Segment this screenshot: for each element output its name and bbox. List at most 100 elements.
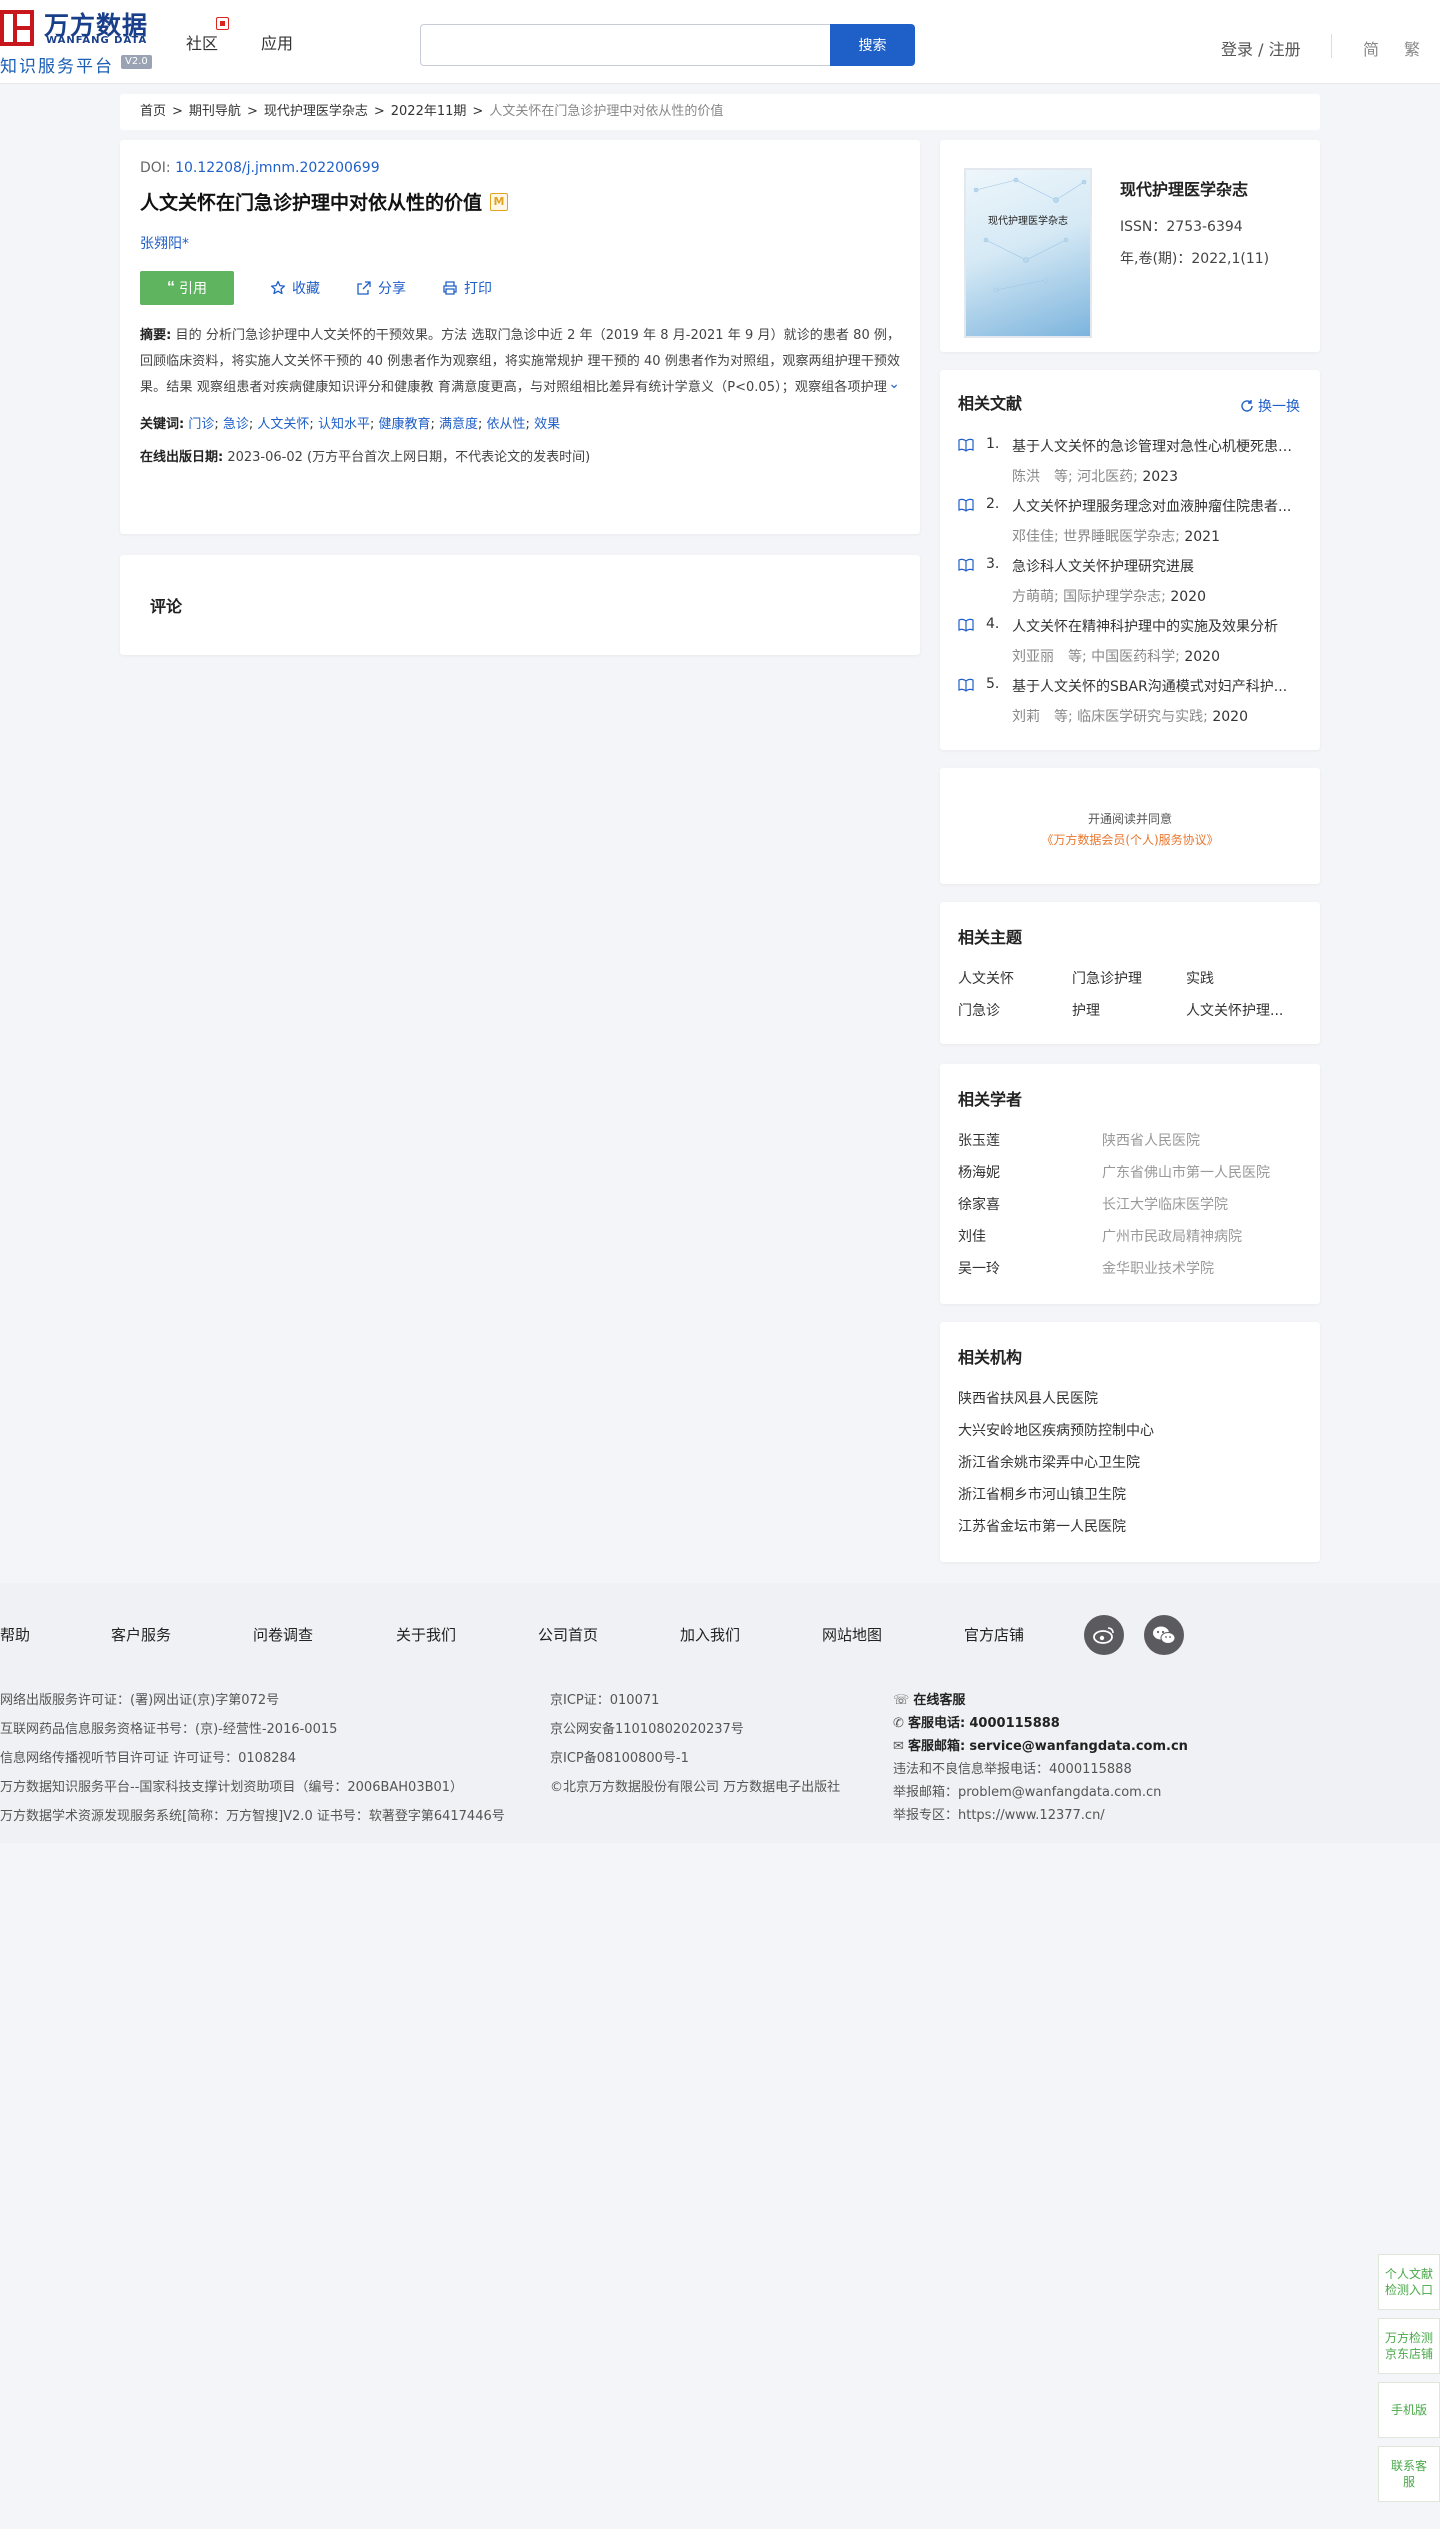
wanfang-logo[interactable]: 万方数据 WANFANG DATA 知识服务平台 V2.0 <box>0 6 160 77</box>
nav-apps[interactable]: 应用 <box>261 30 293 54</box>
footer-link-sitemap[interactable]: 网站地图 <box>822 1624 882 1645</box>
journal-volume: 年,卷(期)：2022,1(11) <box>1120 251 1270 267</box>
weibo-icon[interactable] <box>1084 1615 1124 1655</box>
journal-cover[interactable]: 现代护理医学杂志 <box>964 168 1092 338</box>
scholar-name[interactable]: 张玉莲 <box>958 1130 1000 1150</box>
footer-license: 万方数据学术资源发现服务系统[简称：万方智搜]V2.0 证书号：软著登字第641… <box>0 1809 505 1824</box>
keyword-link[interactable]: 满意度 <box>439 417 478 432</box>
article-actions: “ 引用 收藏 分享 打印 <box>140 271 900 305</box>
scholar-name[interactable]: 杨海妮 <box>958 1162 1000 1182</box>
org-link[interactable]: 浙江省余姚市梁弄中心卫生院 <box>958 1452 1140 1472</box>
breadcrumb-separator: > <box>246 104 258 119</box>
wechat-icon[interactable] <box>1144 1615 1184 1655</box>
keyword-link[interactable]: 门诊 <box>188 417 214 432</box>
org-link[interactable]: 大兴安岭地区疾病预防控制中心 <box>958 1420 1154 1440</box>
author-link[interactable]: 张翙阳* <box>140 233 900 253</box>
online-service-link[interactable]: ☏ 在线客服 <box>893 1689 965 1708</box>
journal-name[interactable]: 现代护理医学杂志 <box>1120 176 1248 200</box>
print-label: 打印 <box>464 281 492 297</box>
doc-meta: 刘莉 等; 临床医学研究与实践; 2020 <box>1012 706 1248 726</box>
lang-simplified[interactable]: 简 <box>1363 36 1379 60</box>
comments-card: 评论 <box>120 555 920 655</box>
footer-link-join[interactable]: 加入我们 <box>680 1624 740 1645</box>
topic-link[interactable]: 人文关怀护理... <box>1186 1000 1296 1020</box>
footer-link-store[interactable]: 官方店铺 <box>964 1624 1024 1645</box>
related-orgs-title: 相关机构 <box>958 1348 1023 1367</box>
lang-traditional[interactable]: 繁 <box>1404 36 1420 60</box>
top-header: 万方数据 WANFANG DATA 知识服务平台 V2.0 社区 应用 搜索 登… <box>0 0 1440 84</box>
float-jd-store[interactable]: 万方检测京东店铺 <box>1378 2318 1440 2374</box>
doi-label: DOI: <box>140 160 171 176</box>
doi-link[interactable]: 10.12208/j.jmnm.202200699 <box>175 160 380 176</box>
abstract-label: 摘要: <box>140 328 172 343</box>
keyword-link[interactable]: 健康教育 <box>378 417 430 432</box>
breadcrumb-home[interactable]: 首页 <box>140 104 166 119</box>
publish-date: 在线出版日期: 2023-06-02 (万方平台首次上网日期，不代表论文的发表时… <box>140 446 900 465</box>
breadcrumb: 首页 > 期刊导航 > 现代护理医学杂志 >2022年11期 > 人文关怀在门急诊护理中对依从… <box>120 94 1320 130</box>
footer-link-help[interactable]: 帮助 <box>0 1624 30 1645</box>
topic-link[interactable]: 实践 <box>1186 968 1296 988</box>
topic-link[interactable]: 门急诊护理 <box>1072 968 1182 988</box>
footer-link-about[interactable]: 关于我们 <box>396 1624 456 1645</box>
chevron-down-icon[interactable]: ⌄ <box>888 371 900 397</box>
pubdate-note: (万方平台首次上网日期，不代表论文的发表时间) <box>307 450 591 465</box>
keyword-link[interactable]: 效果 <box>534 417 560 432</box>
doc-number: 3. <box>986 556 1000 572</box>
topic-link[interactable]: 人文关怀 <box>958 968 1068 988</box>
agreement-text: 开通阅读并同意 <box>1087 812 1172 826</box>
breadcrumb-current: 人文关怀在门急诊护理中对依从性的价值 <box>489 104 724 119</box>
journal-issn: ISSN：2753-6394 <box>1120 219 1243 235</box>
doc-title: 基于人文关怀的SBAR沟通模式对妇产科护... <box>1012 679 1288 695</box>
topic-link[interactable]: 护理 <box>1072 1000 1182 1020</box>
agreement-link[interactable]: 《万方数据会员(个人)服务协议》 <box>940 831 1320 848</box>
footer-link-company[interactable]: 公司首页 <box>538 1624 598 1645</box>
footer-copyright: ©北京万方数据股份有限公司 万方数据电子出版社 <box>550 1780 841 1795</box>
float-plagiarism-check[interactable]: 个人文献检测入口 <box>1378 2254 1440 2310</box>
search-button[interactable]: 搜索 <box>830 24 915 66</box>
cite-button[interactable]: “ 引用 <box>140 271 234 305</box>
login-register-link[interactable]: 登录 / 注册 <box>1221 36 1301 60</box>
report-zone-link[interactable]: 举报专区：https://www.12377.cn/ <box>893 1804 1105 1823</box>
share-button[interactable]: 分享 <box>356 278 406 298</box>
m-badge-icon[interactable]: M <box>490 192 509 211</box>
doc-number: 2. <box>986 496 1000 512</box>
org-link[interactable]: 江苏省金坛市第一人民医院 <box>958 1516 1126 1536</box>
float-contact-service[interactable]: 联系客服 <box>1378 2446 1440 2502</box>
breadcrumb-journals[interactable]: 期刊导航 <box>189 104 241 119</box>
breadcrumb-journal[interactable]: 现代护理医学杂志 <box>264 104 368 119</box>
org-link[interactable]: 陕西省扶风县人民医院 <box>958 1388 1098 1408</box>
scholar-name[interactable]: 徐家喜 <box>958 1194 1000 1214</box>
org-link[interactable]: 浙江省桐乡市河山镇卫生院 <box>958 1484 1126 1504</box>
footer-link-service[interactable]: 客户服务 <box>111 1624 171 1645</box>
doc-meta: 方萌萌; 国际护理学杂志; 2020 <box>1012 586 1206 606</box>
float-mobile[interactable]: 手机版 <box>1378 2382 1440 2438</box>
related-topics-title: 相关主题 <box>958 928 1023 947</box>
doc-year: 2020 <box>1170 589 1206 605</box>
breadcrumb-issue[interactable]: 2022年11期 <box>391 104 467 119</box>
doc-title: 急诊科人文关怀护理研究进展 <box>1012 559 1194 575</box>
search-input[interactable] <box>420 24 830 66</box>
refresh-button[interactable]: 换一换 <box>1240 396 1300 416</box>
keyword-link[interactable]: 人文关怀 <box>257 417 309 432</box>
scholar-name[interactable]: 刘佳 <box>958 1226 986 1246</box>
logo-subtitle: 知识服务平台 <box>0 57 114 77</box>
refresh-icon <box>1241 400 1253 412</box>
favorite-button[interactable]: 收藏 <box>270 278 320 298</box>
mail-icon: ✉ <box>893 1739 904 1754</box>
footer-icp: 京公网安备11010802020237号 <box>550 1722 744 1737</box>
keyword-link[interactable]: 急诊 <box>223 417 249 432</box>
breadcrumb-separator: > <box>172 104 183 119</box>
topic-link[interactable]: 门急诊 <box>958 1000 1068 1020</box>
doc-source: 刘亚丽 等; 中国医药科学; <box>1012 649 1185 665</box>
keyword-link[interactable]: 认知水平 <box>318 417 370 432</box>
scholar-name[interactable]: 吴一玲 <box>958 1258 1000 1278</box>
footer-link-survey[interactable]: 问卷调查 <box>253 1624 313 1645</box>
footer: 帮助 客户服务 问卷调查 关于我们 公司首页 加入我们 网站地图 官方店铺 网络… <box>0 1583 1440 1843</box>
nav-community[interactable]: 社区 <box>186 30 218 54</box>
related-topics-card: 相关主题 人文关怀 门急诊护理 实践 门急诊 护理 人文关怀护理... <box>940 902 1320 1044</box>
doc-meta: 陈洪 等; 河北医药; 2023 <box>1012 466 1178 486</box>
report-email: 举报邮箱：problem@wanfangdata.com.cn <box>893 1785 1162 1800</box>
doc-year: 2020 <box>1184 649 1220 665</box>
print-button[interactable]: 打印 <box>442 278 492 298</box>
keyword-link[interactable]: 依从性 <box>487 417 526 432</box>
